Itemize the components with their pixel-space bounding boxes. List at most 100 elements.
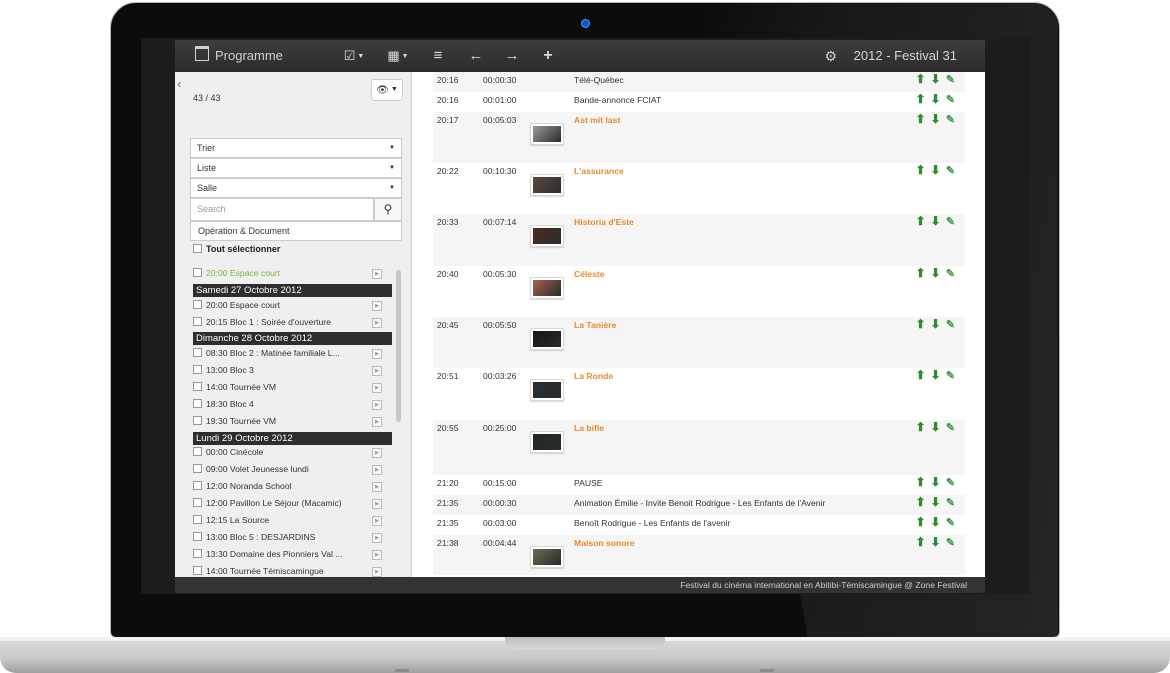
move-up-icon[interactable]: ⬆ xyxy=(913,496,928,508)
session-item[interactable]: 13:00 Bloc 3 xyxy=(193,365,254,375)
move-up-icon[interactable]: ⬆ xyxy=(913,476,928,488)
session-checkbox[interactable] xyxy=(193,348,202,357)
edit-pencil-icon[interactable]: ✎ xyxy=(943,114,958,126)
play-icon[interactable]: ▶ xyxy=(372,465,382,475)
schedule-row[interactable]: 20:22 00:10:30 L'assurance ⬆ ⬇ ✎ xyxy=(433,163,965,214)
session-checkbox[interactable] xyxy=(193,515,202,524)
film-thumbnail[interactable] xyxy=(530,174,564,196)
play-icon[interactable]: ▶ xyxy=(372,567,382,577)
schedule-row[interactable]: 20:45 00:05:50 La Tanière ⬆ ⬇ ✎ xyxy=(433,317,965,368)
schedule-row[interactable]: 20:40 00:05:30 Céleste ⬆ ⬇ ✎ xyxy=(433,266,965,317)
schedule-row[interactable]: 20:17 00:05:03 Ast mit last ⬆ ⬇ ✎ xyxy=(433,112,965,163)
edit-pencil-icon[interactable]: ✎ xyxy=(943,268,958,280)
session-item[interactable]: 14:00 Tournée Témiscamingue xyxy=(193,566,324,576)
sort-select[interactable]: Trier ▼ xyxy=(190,138,402,158)
edit-pencil-icon[interactable]: ✎ xyxy=(943,370,958,382)
visibility-toggle-button[interactable]: 👁 ▼ xyxy=(371,79,403,101)
move-up-icon[interactable]: ⬆ xyxy=(913,113,928,125)
move-up-icon[interactable]: ⬆ xyxy=(913,536,928,548)
session-checkbox[interactable] xyxy=(193,549,202,558)
film-thumbnail[interactable] xyxy=(530,328,564,350)
session-checkbox[interactable] xyxy=(193,464,202,473)
session-item[interactable]: 20:15 Bloc 1 : Soirée d'ouverture xyxy=(193,317,331,327)
film-title-link[interactable]: La Ronde xyxy=(574,371,613,381)
film-title-link[interactable]: Historia d'Este xyxy=(574,217,634,227)
list-select[interactable]: Liste ▼ xyxy=(190,158,402,178)
move-down-icon[interactable]: ⬇ xyxy=(928,93,943,105)
session-item[interactable]: 20:00 Espace court xyxy=(193,300,280,310)
play-icon[interactable]: ▶ xyxy=(372,366,382,376)
play-icon[interactable]: ▶ xyxy=(372,400,382,410)
move-up-icon[interactable]: ⬆ xyxy=(913,421,928,433)
session-item[interactable]: 14:00 Tournée VM xyxy=(193,382,276,392)
session-item[interactable]: 12:15 La Source xyxy=(193,515,269,525)
play-icon[interactable]: ▶ xyxy=(372,349,382,359)
move-down-icon[interactable]: ⬇ xyxy=(928,73,943,85)
move-down-icon[interactable]: ⬇ xyxy=(928,421,943,433)
edit-pencil-icon[interactable]: ✎ xyxy=(943,165,958,177)
session-item[interactable]: 08:30 Bloc 2 : Matinée familiale L... xyxy=(193,348,340,358)
play-icon[interactable]: ▶ xyxy=(372,482,382,492)
edit-pencil-icon[interactable]: ✎ xyxy=(943,477,958,489)
session-checkbox[interactable] xyxy=(193,498,202,507)
schedule-row[interactable]: 21:20 00:15:00 PAUSE ⬆ ⬇ ✎ xyxy=(433,475,965,495)
session-item[interactable]: 20:00 Espace court xyxy=(193,268,280,278)
play-icon[interactable]: ▶ xyxy=(372,383,382,393)
play-icon[interactable]: ▶ xyxy=(372,448,382,458)
play-icon[interactable]: ▶ xyxy=(372,269,382,279)
edit-pencil-icon[interactable]: ✎ xyxy=(943,94,958,106)
film-thumbnail[interactable] xyxy=(530,225,564,247)
calendar-menu-button[interactable]: ☑ ▼ xyxy=(341,40,367,72)
move-down-icon[interactable]: ⬇ xyxy=(928,318,943,330)
film-title-link[interactable]: La bifle xyxy=(574,423,604,433)
play-icon[interactable]: ▶ xyxy=(372,417,382,427)
film-thumbnail[interactable] xyxy=(530,431,564,453)
session-checkbox[interactable] xyxy=(193,365,202,374)
play-icon[interactable]: ▶ xyxy=(372,318,382,328)
play-icon[interactable]: ▶ xyxy=(372,499,382,509)
film-title-link[interactable]: Céleste xyxy=(574,269,605,279)
session-checkbox[interactable] xyxy=(193,447,202,456)
edit-pencil-icon[interactable]: ✎ xyxy=(943,422,958,434)
grid-view-menu-button[interactable]: ▦ ▼ xyxy=(385,40,411,72)
move-down-icon[interactable]: ⬇ xyxy=(928,267,943,279)
play-icon[interactable]: ▶ xyxy=(372,516,382,526)
film-title-link[interactable]: L'assurance xyxy=(574,166,624,176)
session-item[interactable]: 12:00 Pavillon Le Séjour (Macamic) xyxy=(193,498,342,508)
collapse-sidebar-button[interactable]: ‹ xyxy=(177,76,181,91)
film-title-link[interactable]: Ast mit last xyxy=(574,115,620,125)
move-up-icon[interactable]: ⬆ xyxy=(913,164,928,176)
schedule-row[interactable]: 20:16 00:01:00 Bande-annonce FCIAT ⬆ ⬇ ✎ xyxy=(433,92,965,112)
session-item[interactable]: 13:30 Domaine des Pionniers Val ... xyxy=(193,549,342,559)
move-down-icon[interactable]: ⬇ xyxy=(928,369,943,381)
schedule-row[interactable]: 21:38 00:04:44 Maison sonore ⬆ ⬇ ✎ xyxy=(433,535,965,575)
move-down-icon[interactable]: ⬇ xyxy=(928,164,943,176)
move-up-icon[interactable]: ⬆ xyxy=(913,516,928,528)
move-down-icon[interactable]: ⬇ xyxy=(928,113,943,125)
edit-pencil-icon[interactable]: ✎ xyxy=(943,517,958,529)
schedule-row[interactable]: 20:33 00:07:14 Historia d'Este ⬆ ⬇ ✎ xyxy=(433,214,965,266)
session-item[interactable]: 12:00 Noranda School xyxy=(193,481,292,491)
film-thumbnail[interactable] xyxy=(530,379,564,401)
move-down-icon[interactable]: ⬇ xyxy=(928,496,943,508)
select-all-checkbox[interactable] xyxy=(193,244,202,253)
edit-pencil-icon[interactable]: ✎ xyxy=(943,319,958,331)
film-thumbnail[interactable] xyxy=(530,546,564,568)
move-down-icon[interactable]: ⬇ xyxy=(928,215,943,227)
session-checkbox[interactable] xyxy=(193,566,202,575)
move-up-icon[interactable]: ⬆ xyxy=(913,267,928,279)
schedule-row[interactable]: 21:35 00:03:00 Benoît Rodrigue - Les Enfan… xyxy=(433,515,965,535)
festival-title[interactable]: 2012 - Festival 31 xyxy=(854,40,957,72)
search-button[interactable]: ⚲ xyxy=(374,198,402,221)
next-button[interactable]: → xyxy=(503,40,521,72)
session-checkbox[interactable] xyxy=(193,399,202,408)
session-checkbox[interactable] xyxy=(193,268,202,277)
schedule-row[interactable]: 20:51 00:03:26 La Ronde ⬆ ⬇ ✎ xyxy=(433,368,965,420)
sidebar-scrollbar[interactable] xyxy=(396,270,401,422)
session-checkbox[interactable] xyxy=(193,300,202,309)
move-down-icon[interactable]: ⬇ xyxy=(928,536,943,548)
schedule-row[interactable]: 21:35 00:00:30 Animation Émilie - Invite B… xyxy=(433,495,965,515)
move-up-icon[interactable]: ⬆ xyxy=(913,318,928,330)
operation-document-filter[interactable]: Opération & Document xyxy=(190,221,402,241)
move-down-icon[interactable]: ⬇ xyxy=(928,516,943,528)
